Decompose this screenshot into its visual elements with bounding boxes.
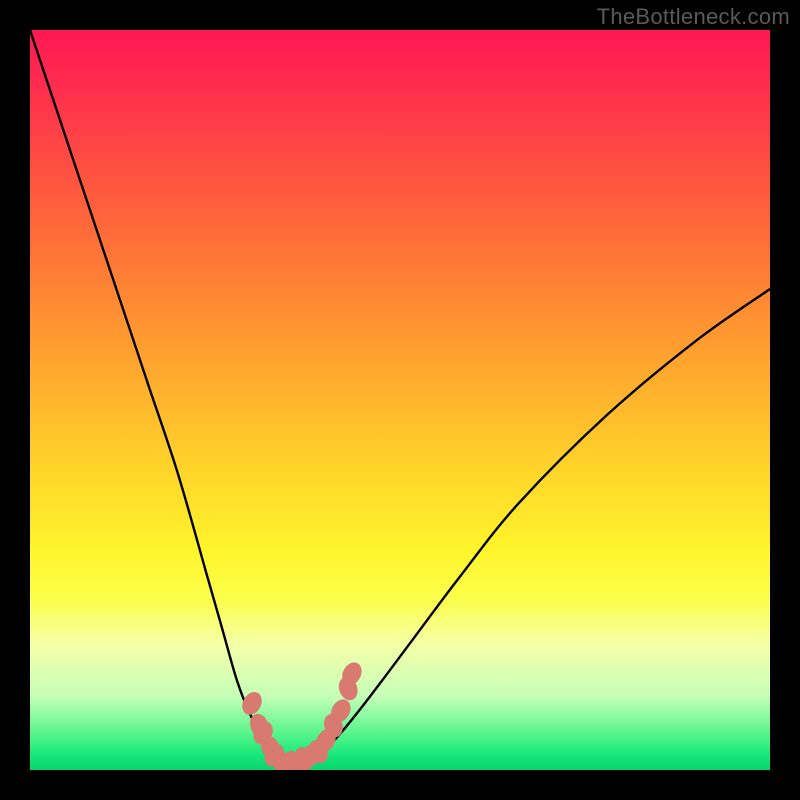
bottleneck-curve <box>30 30 770 764</box>
marker-group <box>238 659 365 770</box>
plot-area <box>30 30 770 770</box>
curve-svg <box>30 30 770 770</box>
chart-frame: TheBottleneck.com <box>0 0 800 800</box>
watermark-text: TheBottleneck.com <box>597 4 790 30</box>
